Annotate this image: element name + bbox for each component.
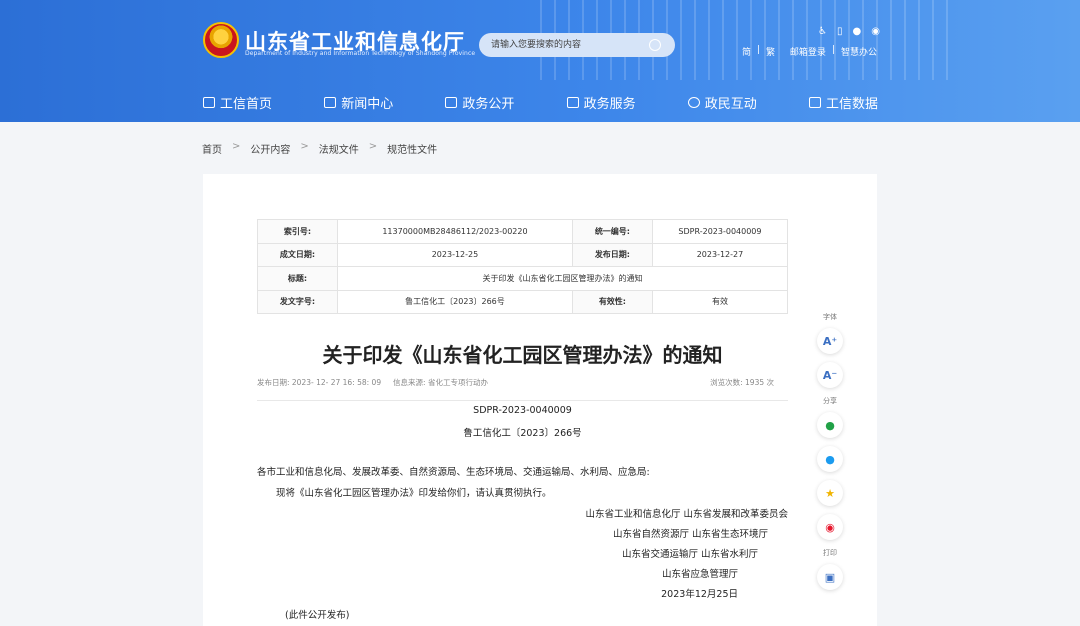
site-subtitle: Department of Industry and Information T…: [245, 50, 476, 57]
chat-icon: [687, 96, 700, 108]
doc-body: 现将《山东省化工园区管理办法》印发给你们，请认真贯彻执行。: [276, 488, 552, 499]
doc-number: 鲁工信化工〔2023〕266号: [463, 428, 582, 439]
crumb-home[interactable]: 首页: [202, 141, 222, 156]
signer-line-1: 山东省工业和信息化厅 山东省发展和改革委员会: [585, 509, 788, 520]
side-toolbar: 字体 A⁺ A⁻ 分享 ● ● ★ ◉ 打印 ▣: [815, 312, 845, 598]
pub-label: 发布日期:: [571, 242, 653, 267]
home-icon: [203, 96, 215, 108]
title-label: 标题:: [257, 266, 338, 291]
index-label: 索引号:: [257, 219, 338, 244]
article-panel: 索引号: 11370000MB28486112/2023-00220 统一编号:…: [203, 174, 877, 626]
header-links: 简 | 繁 邮箱登录 | 智慧办公: [741, 45, 877, 58]
divider: [257, 400, 788, 401]
signer-line-4: 山东省应急管理厅: [661, 569, 738, 580]
doc-code: SDPR-2023-0040009: [473, 405, 572, 416]
pub-value: 2023-12-27: [651, 242, 789, 267]
publish-note: (此件公开发布): [285, 610, 350, 621]
crumb-regulations[interactable]: 法规文件: [319, 141, 359, 156]
mobile-icon[interactable]: ▯: [837, 26, 843, 40]
news-icon: [324, 96, 337, 108]
date-value: 2023-12-25: [337, 242, 573, 267]
share-qzone-icon[interactable]: ★: [817, 480, 843, 506]
uid-value: SDPR-2023-0040009: [651, 219, 789, 244]
doc-recipients: 各市工业和信息化局、发展改革委、自然资源局、生态环境局、交通运输局、水利局、应急…: [257, 467, 650, 478]
wechat-icon[interactable]: ●: [853, 26, 862, 40]
search-input[interactable]: [491, 37, 641, 53]
breadcrumb: 首页 > 公开内容 > 法规文件 > 规范性文件: [202, 141, 438, 156]
sign-date: 2023年12月25日: [661, 589, 738, 600]
font-label: 字体: [823, 313, 837, 321]
nav-gov-open[interactable]: 政务公开: [445, 92, 514, 112]
traditional-link[interactable]: 繁: [766, 45, 775, 58]
nav-data[interactable]: 工信数据: [808, 92, 878, 112]
view-count: 浏览次数: 1935 次: [710, 378, 774, 387]
accessibility-tools: ♿ ▯ ● ◉: [800, 26, 880, 40]
monitor-icon: [445, 96, 458, 108]
site-header: 山东省工业和信息化厅 Department of Industry and In…: [0, 0, 1080, 122]
nav-news[interactable]: 新闻中心: [324, 92, 393, 112]
nav-home[interactable]: 工信首页: [203, 92, 272, 112]
share-qq-icon[interactable]: ●: [817, 446, 843, 472]
nav-gov-service[interactable]: 政务服务: [566, 92, 636, 112]
title-value: 关于印发《山东省化工园区管理办法》的通知: [337, 266, 788, 291]
print-icon[interactable]: ▣: [817, 564, 843, 590]
signer-line-3: 山东省交通运输厅 山东省水利厅: [621, 549, 758, 560]
search-box: [479, 33, 675, 57]
docno-label: 发文字号:: [257, 289, 338, 314]
smart-office-link[interactable]: 智慧办公: [841, 45, 877, 58]
date-label: 成文日期:: [257, 242, 338, 267]
search-icon[interactable]: [649, 39, 661, 51]
info-source: 信息来源: 省化工专项行动办: [393, 378, 488, 387]
docno-value: 鲁工信化工〔2023〕266号: [337, 289, 573, 314]
publish-time: 发布日期: 2023- 12- 27 16: 58: 09: [257, 378, 382, 387]
accessibility-icon[interactable]: ♿: [818, 26, 827, 40]
service-icon: [566, 96, 579, 108]
font-increase-button[interactable]: A⁺: [817, 328, 843, 354]
uid-label: 统一编号:: [571, 219, 653, 244]
crumb-normative[interactable]: 规范性文件: [387, 141, 437, 156]
crumb-public[interactable]: 公开内容: [250, 141, 290, 156]
article-title: 关于印发《山东省化工园区管理办法》的通知: [322, 343, 723, 367]
nav-interaction[interactable]: 政民互动: [687, 92, 757, 112]
database-icon: [808, 96, 821, 108]
share-label: 分享: [823, 397, 837, 405]
signer-line-2: 山东省自然资源厅 山东省生态环境厅: [612, 529, 768, 540]
print-label: 打印: [823, 549, 837, 557]
article-info: 发布日期: 2023- 12- 27 16: 58: 09 信息来源: 省化工专…: [257, 377, 788, 388]
simplified-link[interactable]: 简: [742, 45, 751, 58]
mail-login-link[interactable]: 邮箱登录: [790, 45, 826, 58]
share-weibo-icon[interactable]: ◉: [817, 514, 843, 540]
valid-label: 有效性:: [571, 289, 653, 314]
valid-value: 有效: [651, 289, 789, 314]
font-decrease-button[interactable]: A⁻: [817, 362, 843, 388]
main-nav: 工信首页 新闻中心 政务公开 政务服务 政民互动 工信数据: [203, 92, 878, 112]
weibo-icon[interactable]: ◉: [871, 26, 880, 40]
share-wechat-icon[interactable]: ●: [817, 412, 843, 438]
national-emblem-logo[interactable]: [203, 22, 239, 58]
metadata-table: 索引号: 11370000MB28486112/2023-00220 统一编号:…: [257, 219, 789, 314]
index-value: 11370000MB28486112/2023-00220: [337, 219, 573, 244]
